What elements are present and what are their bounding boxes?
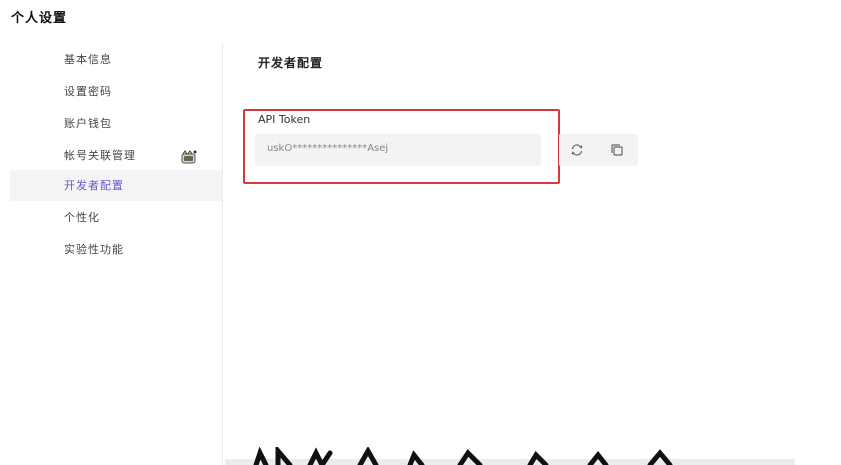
sidebar-item-basic-info[interactable]: 基本信息 [10, 44, 222, 75]
sidebar-item-experimental[interactable]: 实验性功能 [10, 234, 222, 265]
sidebar-item-label: 基本信息 [64, 53, 112, 66]
sidebar-item-account-linking[interactable]: 帐号关联管理 [10, 140, 222, 171]
settings-page: 个人设置 基本信息 设置密码 账户钱包 帐号关联管理 开发者配置 个性化 实验性… [0, 0, 841, 465]
refresh-icon[interactable] [569, 142, 585, 158]
sidebar-nav: 基本信息 设置密码 账户钱包 帐号关联管理 开发者配置 个性化 实验性功能 [0, 42, 223, 465]
sidebar-item-wallet[interactable]: 账户钱包 [10, 108, 222, 139]
sidebar-item-label: 设置密码 [64, 85, 112, 98]
sidebar-item-personalization[interactable]: 个性化 [10, 202, 222, 233]
overlay-caption-fragment [250, 444, 710, 465]
token-actions [559, 134, 638, 166]
sidebar-item-label: 实验性功能 [64, 243, 124, 256]
sidebar-item-developer-config[interactable]: 开发者配置 [10, 170, 222, 201]
copy-icon[interactable] [609, 142, 625, 158]
sidebar-item-label: 账户钱包 [64, 117, 112, 130]
badge-icon [180, 145, 198, 164]
sidebar-item-set-password[interactable]: 设置密码 [10, 76, 222, 107]
page-title: 个人设置 [11, 11, 68, 26]
sidebar-item-label: 开发者配置 [64, 179, 124, 192]
api-token-label: API Token [258, 113, 311, 126]
sidebar-item-label: 帐号关联管理 [64, 149, 136, 162]
section-title: 开发者配置 [258, 56, 324, 70]
sidebar-item-label: 个性化 [64, 211, 100, 224]
api-token-field[interactable]: uskO***************Asej [255, 134, 541, 166]
api-token-value: uskO***************Asej [267, 143, 389, 154]
